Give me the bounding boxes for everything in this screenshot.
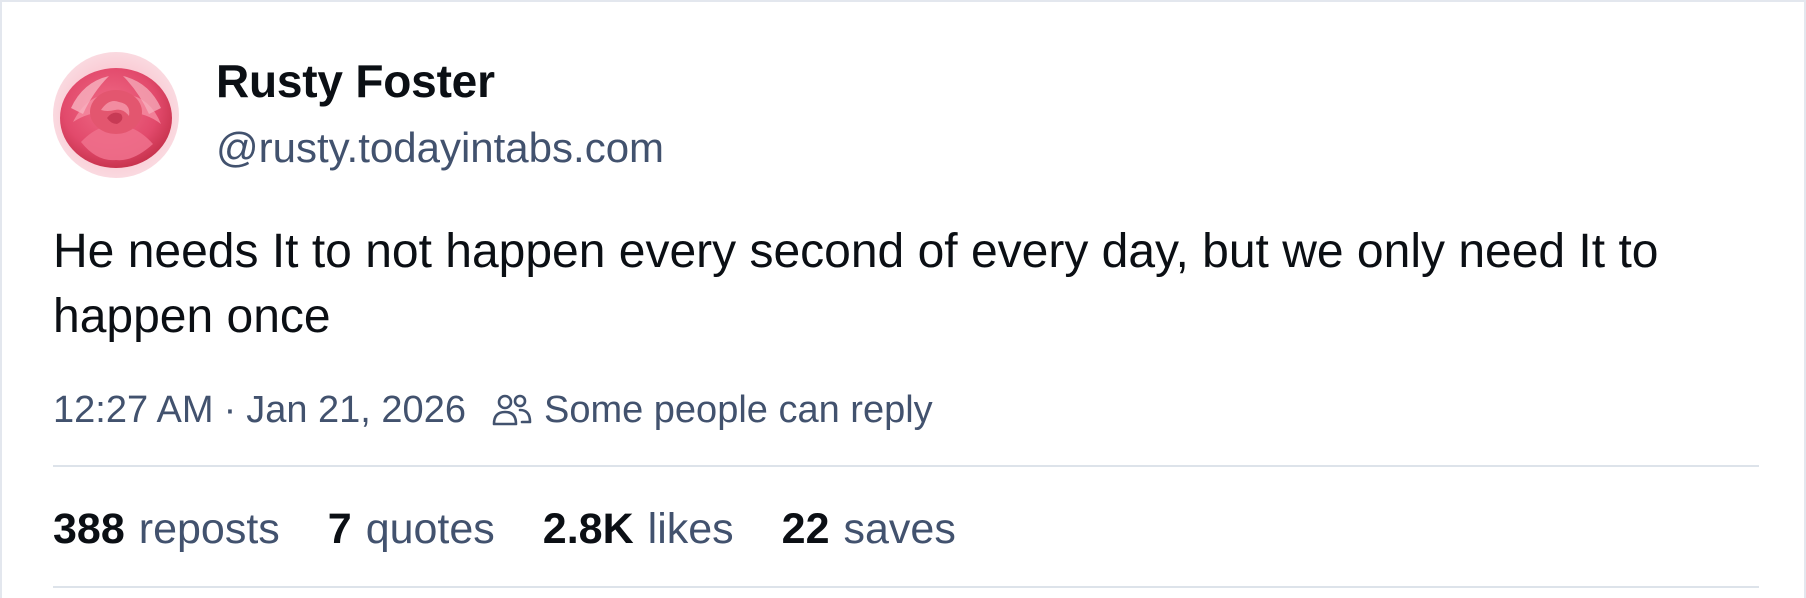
quotes-stat[interactable]: 7 quotes [328, 505, 495, 554]
reposts-label: reposts [138, 504, 280, 553]
post-card: Rusty Foster @rusty.todayintabs.com He n… [0, 0, 1806, 598]
post-text: He needs It to not happen every second o… [53, 225, 1659, 343]
author-handle[interactable]: @rusty.todayintabs.com [216, 124, 664, 172]
divider [53, 586, 1759, 588]
reposts-count: 388 [53, 504, 125, 553]
likes-label: likes [647, 504, 734, 553]
quotes-label: quotes [365, 504, 495, 553]
saves-label: saves [843, 504, 956, 553]
rose-avatar-image [53, 52, 179, 178]
reposts-stat[interactable]: 388 reposts [53, 505, 280, 554]
author-avatar[interactable] [53, 52, 179, 178]
likes-count: 2.8K [542, 504, 634, 553]
divider [53, 465, 1759, 467]
quotes-count: 7 [327, 504, 352, 553]
post-meta: 12:27 AM · Jan 21, 2026 Some people can … [53, 386, 933, 434]
reply-setting-label[interactable]: Some people can reply [544, 389, 933, 432]
post-time[interactable]: 12:27 AM [53, 389, 214, 432]
people-icon [492, 392, 532, 428]
engagement-stats: 388 reposts 7 quotes 2.8K likes 22 saves [53, 502, 1004, 556]
post-date[interactable]: Jan 21, 2026 [246, 389, 466, 432]
meta-separator: · [223, 388, 237, 431]
author-name[interactable]: Rusty Foster [216, 54, 495, 108]
likes-stat[interactable]: 2.8K likes [543, 505, 734, 554]
saves-stat[interactable]: 22 saves [782, 505, 956, 554]
saves-count: 22 [781, 504, 830, 553]
